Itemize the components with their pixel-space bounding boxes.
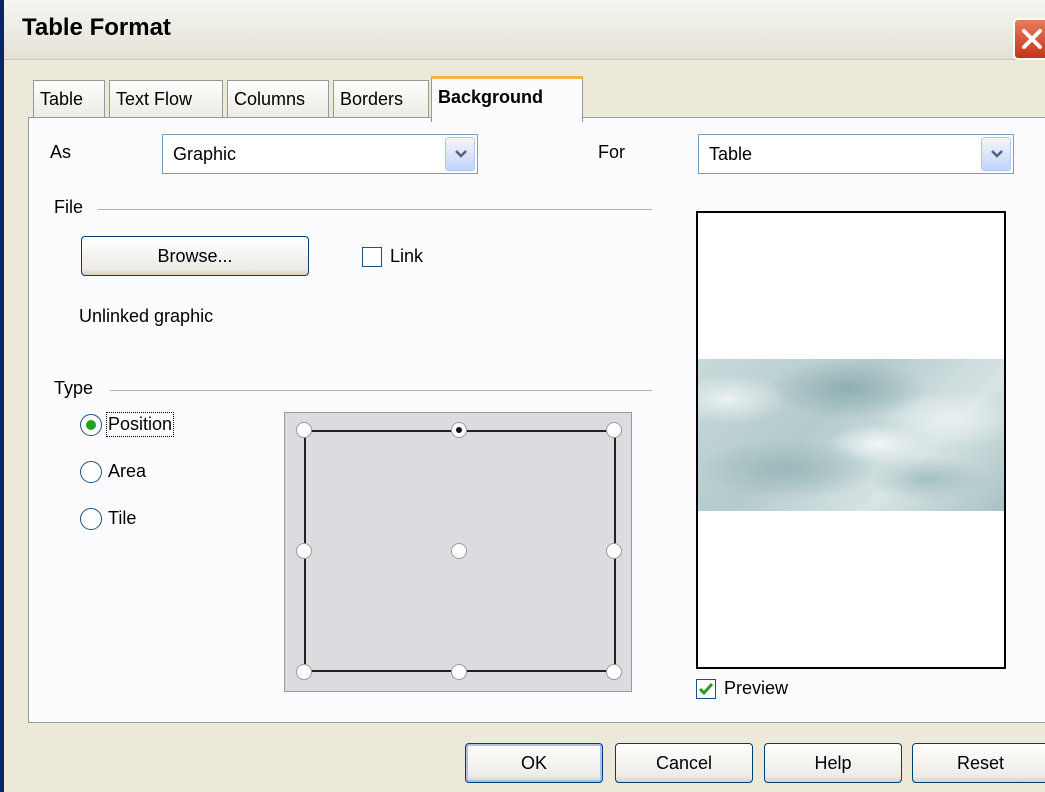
link-label[interactable]: Link [390, 246, 423, 267]
position-middle-right[interactable] [606, 543, 622, 559]
link-checkbox[interactable] [362, 247, 382, 267]
preview-area [696, 211, 1006, 669]
position-grid [284, 412, 632, 692]
for-value: Table [709, 144, 753, 164]
file-section-title: File [54, 197, 84, 217]
radio-tile[interactable] [80, 508, 102, 530]
chevron-down-icon[interactable] [445, 137, 475, 171]
for-label: For [598, 142, 625, 162]
file-separator [98, 209, 652, 210]
for-combobox[interactable]: Table [698, 134, 1014, 174]
tab-background[interactable]: Background [431, 76, 583, 122]
tab-borders[interactable]: Borders [333, 80, 429, 118]
position-bottom-center[interactable] [451, 664, 467, 680]
tab-text-flow[interactable]: Text Flow [109, 80, 223, 118]
position-bottom-right[interactable] [606, 664, 622, 680]
radio-position-label[interactable]: Position [105, 412, 175, 437]
ok-button[interactable]: OK [465, 743, 603, 783]
position-top-left[interactable] [296, 422, 312, 438]
radio-position[interactable] [80, 414, 102, 436]
dialog-window: Table Format Table Text Flow Columns Bor… [0, 0, 1045, 792]
cancel-button[interactable]: Cancel [615, 743, 753, 783]
position-top-right[interactable] [606, 422, 622, 438]
unlinked-status-text: Unlinked graphic [79, 306, 214, 326]
as-label: As [50, 142, 72, 162]
help-button[interactable]: Help [764, 743, 902, 783]
radio-tile-label[interactable]: Tile [108, 508, 136, 529]
dialog-title: Table Format [22, 14, 171, 41]
type-separator [110, 390, 652, 391]
tab-columns[interactable]: Columns [227, 80, 329, 118]
position-bottom-left[interactable] [296, 664, 312, 680]
preview-label[interactable]: Preview [724, 678, 788, 699]
preview-checkbox[interactable] [696, 679, 716, 699]
chevron-down-icon[interactable] [981, 137, 1011, 171]
reset-button[interactable]: Reset [912, 743, 1045, 783]
radio-area[interactable] [80, 461, 102, 483]
close-button[interactable] [1013, 18, 1045, 60]
browse-button[interactable]: Browse... [81, 236, 309, 276]
position-middle-left[interactable] [296, 543, 312, 559]
type-section-title: Type [54, 378, 94, 398]
radio-selected-dot [86, 420, 96, 430]
as-combobox[interactable]: Graphic [162, 134, 478, 174]
radio-area-label[interactable]: Area [108, 461, 146, 482]
preview-graphic [698, 359, 1004, 511]
as-value: Graphic [173, 144, 237, 164]
position-top-center[interactable] [451, 422, 467, 438]
position-center[interactable] [451, 543, 467, 559]
title-bar: Table Format [4, 0, 1045, 60]
tab-table[interactable]: Table [33, 80, 105, 118]
